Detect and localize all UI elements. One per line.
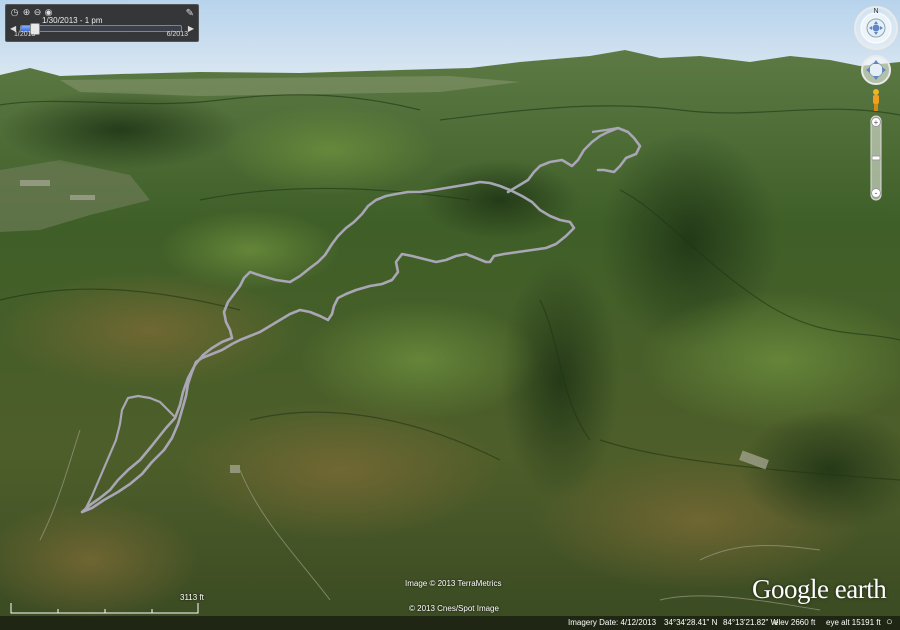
time-slider-track[interactable] bbox=[20, 23, 182, 35]
zoom-slider-thumb bbox=[871, 155, 881, 161]
pegman-icon[interactable] bbox=[873, 89, 879, 111]
time-start-label: 1/2013 bbox=[14, 31, 36, 38]
latitude-readout: 34°34'28.41" N bbox=[664, 618, 718, 627]
longitude-readout: 84°13'21.82" W bbox=[723, 618, 779, 627]
navigation-controls[interactable]: N + - bbox=[852, 4, 900, 204]
svg-text:N: N bbox=[873, 8, 878, 15]
clock-icon[interactable]: ◷ bbox=[10, 8, 19, 17]
wrench-icon[interactable]: ✎ bbox=[186, 8, 194, 19]
zoom-slider[interactable]: + - bbox=[870, 115, 882, 201]
zoom-out-icon[interactable]: ⊖ bbox=[33, 8, 42, 17]
elevation-readout: elev 2660 ft bbox=[774, 618, 816, 627]
time-current-label: 1/30/2013 - 1 pm bbox=[42, 16, 103, 25]
google-earth-logo: Google earth bbox=[752, 574, 887, 604]
zoom-in-icon[interactable]: ⊕ bbox=[22, 8, 31, 17]
svg-text:-: - bbox=[875, 188, 878, 198]
streaming-icon: ○ bbox=[886, 616, 893, 628]
look-joystick-icon[interactable] bbox=[866, 18, 886, 38]
map-viewport[interactable]: ◷ ⊕ ⊖ ◉ ✎ 1/30/2013 - 1 pm ◀ ▶ 1/2013 6/… bbox=[0, 0, 900, 630]
historical-imagery-slider[interactable]: ◷ ⊕ ⊖ ◉ ✎ 1/30/2013 - 1 pm ◀ ▶ 1/2013 6/… bbox=[5, 4, 199, 42]
terrain-view[interactable] bbox=[0, 0, 900, 630]
next-icon[interactable]: ▶ bbox=[188, 24, 194, 33]
time-end-label: 6/2013 bbox=[166, 31, 188, 38]
imagery-credit-1: Image © 2013 TerraMetrics bbox=[405, 579, 502, 588]
status-bar: Imagery Date: 4/12/2013 34°34'28.41" N 8… bbox=[0, 616, 900, 630]
imagery-date: Imagery Date: 4/12/2013 bbox=[568, 618, 657, 627]
move-joystick-icon[interactable] bbox=[861, 55, 891, 85]
imagery-credit-2: © 2013 Cnes/Spot Image bbox=[409, 604, 499, 613]
eye-altitude-readout: eye alt 15191 ft bbox=[826, 618, 881, 627]
svg-text:+: + bbox=[874, 118, 879, 127]
scale-bar bbox=[10, 603, 199, 614]
